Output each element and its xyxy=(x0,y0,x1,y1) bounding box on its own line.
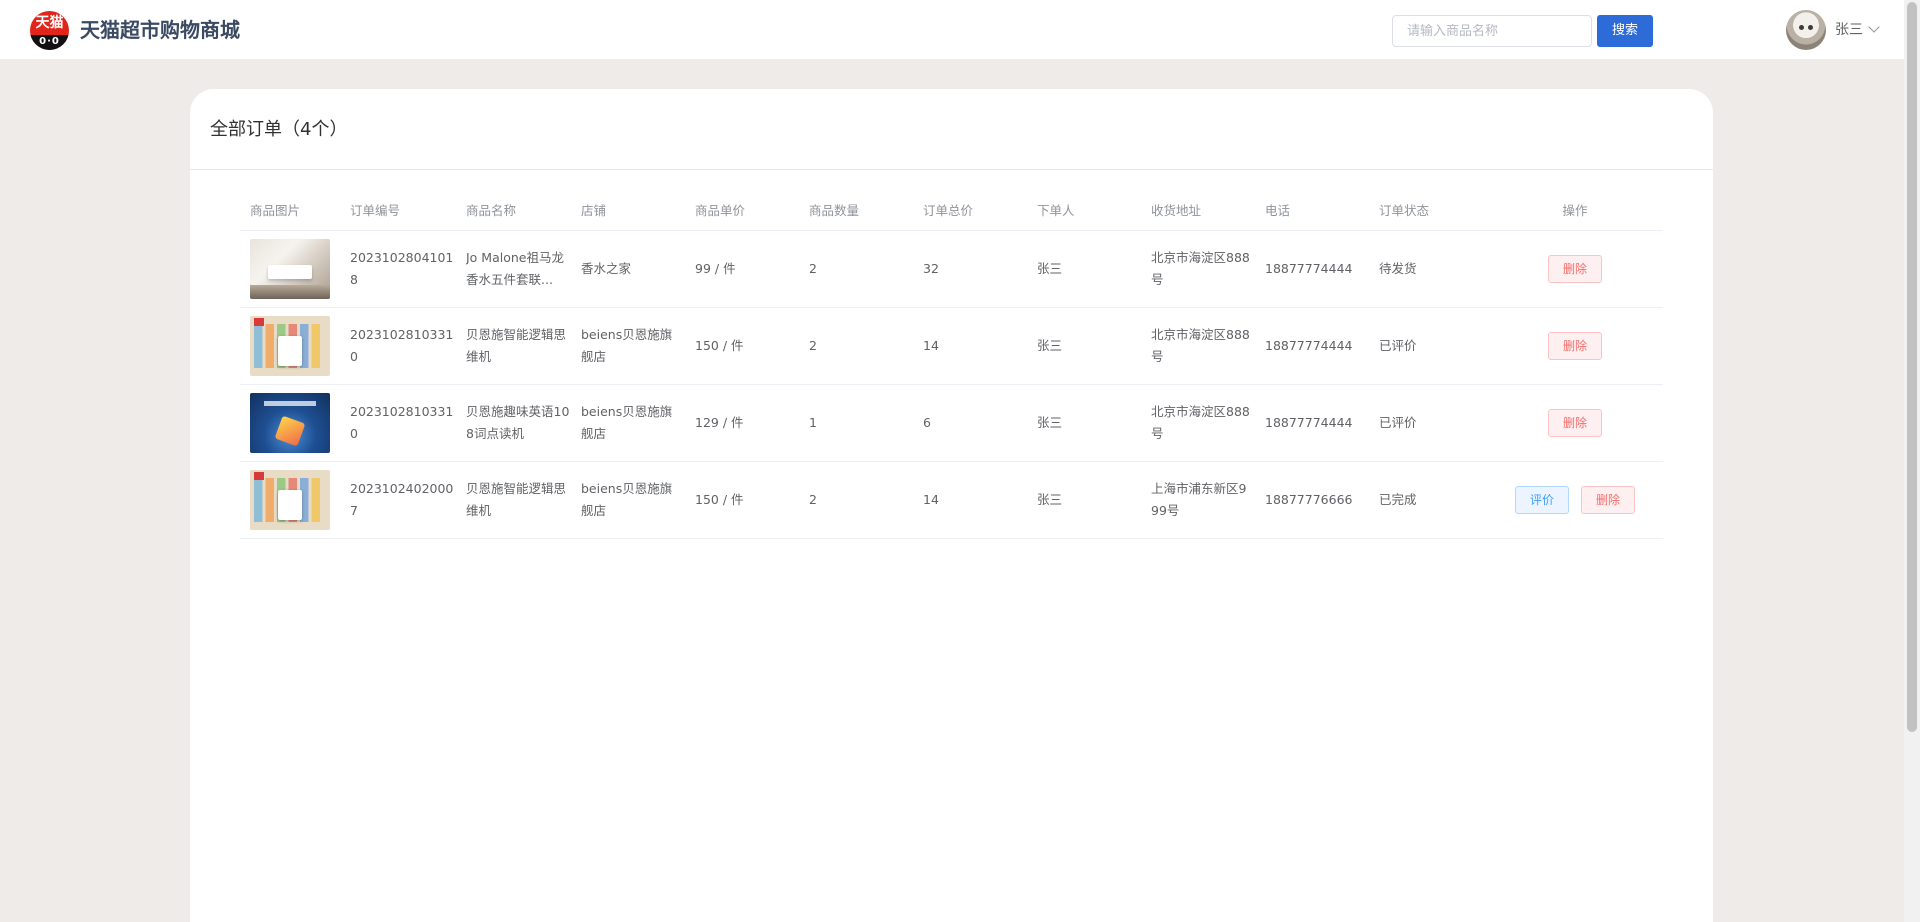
shop-name: beiens贝恩施旗舰店 xyxy=(581,404,673,441)
table-row: 20231028041018 Jo Malone祖马龙香水五件套联... 香水之… xyxy=(240,231,1663,308)
chevron-down-icon[interactable] xyxy=(1868,21,1880,33)
phone: 18877774444 xyxy=(1265,415,1353,430)
table-row: 20231028103310 贝恩施趣味英语108词点读机 beiens贝恩施旗… xyxy=(240,385,1663,462)
delete-button[interactable]: 删除 xyxy=(1547,255,1602,283)
quantity: 2 xyxy=(809,492,817,507)
divider xyxy=(190,169,1713,170)
order-total: 14 xyxy=(923,338,939,353)
quantity: 2 xyxy=(809,261,817,276)
search-button[interactable]: 搜索 xyxy=(1597,15,1653,47)
order-id: 20231028103310 xyxy=(350,404,454,441)
product-name[interactable]: 贝恩施智能逻辑思维机 xyxy=(466,478,570,522)
quantity: 1 xyxy=(809,415,817,430)
site-title[interactable]: 天猫超市购物商城 xyxy=(80,17,240,43)
delete-button[interactable]: 删除 xyxy=(1547,409,1602,437)
scrollbar-thumb[interactable] xyxy=(1907,2,1917,732)
column-header: 下单人 xyxy=(1037,202,1075,218)
order-total: 14 xyxy=(923,492,939,507)
buyer-name: 张三 xyxy=(1037,415,1063,430)
column-header: 电话 xyxy=(1265,202,1291,218)
table-row: 20231028103310 贝恩施智能逻辑思维机 beiens贝恩施旗舰店 1… xyxy=(240,308,1663,385)
shop-name: beiens贝恩施旗舰店 xyxy=(581,327,673,364)
avatar[interactable] xyxy=(1786,10,1826,50)
shop-name: beiens贝恩施旗舰店 xyxy=(581,481,673,518)
shop-name: 香水之家 xyxy=(581,261,632,276)
review-button[interactable]: 评价 xyxy=(1514,486,1569,514)
buyer-name: 张三 xyxy=(1037,492,1063,507)
column-header: 店铺 xyxy=(581,202,607,218)
shipping-address: 北京市海淀区888号 xyxy=(1151,327,1250,364)
logic-learning-machine-image[interactable] xyxy=(250,470,330,530)
column-header: 商品图片 xyxy=(250,202,301,218)
order-status: 待发货 xyxy=(1379,261,1417,276)
orders-card: 全部订单（4个） 商品图片 订单编号 商品名称 店铺 商品单价 商品数量 订单总… xyxy=(190,89,1713,922)
unit-price: 150 / 件 xyxy=(695,338,744,353)
unit-price: 129 / 件 xyxy=(695,415,744,430)
order-status: 已评价 xyxy=(1379,415,1417,430)
logo-face: 0·0 xyxy=(30,35,69,50)
shipping-address: 北京市海淀区888号 xyxy=(1151,404,1250,441)
product-name[interactable]: 贝恩施趣味英语108词点读机 xyxy=(466,401,570,445)
delete-button[interactable]: 删除 xyxy=(1581,486,1636,514)
column-header: 商品名称 xyxy=(466,202,517,218)
order-status: 已评价 xyxy=(1379,338,1417,353)
order-total: 32 xyxy=(923,261,939,276)
search-input[interactable] xyxy=(1392,15,1592,47)
top-header: 天猫 0·0 天猫超市购物商城 搜索 张三 xyxy=(0,0,1904,59)
phone: 18877774444 xyxy=(1265,338,1353,353)
buyer-name: 张三 xyxy=(1037,338,1063,353)
perfume-product-image[interactable] xyxy=(250,239,330,299)
column-header: 收货地址 xyxy=(1151,202,1202,218)
buyer-name: 张三 xyxy=(1037,261,1063,276)
order-id: 20231028103310 xyxy=(350,327,454,364)
product-name[interactable]: Jo Malone祖马龙香水五件套联... xyxy=(466,247,570,291)
page-title: 全部订单（4个） xyxy=(210,119,348,140)
page-scrollbar[interactable] xyxy=(1904,0,1920,922)
product-name[interactable]: 贝恩施智能逻辑思维机 xyxy=(466,324,570,368)
order-id: 20231028041018 xyxy=(350,250,454,287)
tmall-logo[interactable]: 天猫 0·0 xyxy=(30,11,69,50)
quantity: 2 xyxy=(809,338,817,353)
delete-button[interactable]: 删除 xyxy=(1547,332,1602,360)
column-header: 商品数量 xyxy=(809,202,860,218)
phone: 18877774444 xyxy=(1265,261,1353,276)
logo-text: 天猫 xyxy=(35,15,64,31)
orders-table: 商品图片 订单编号 商品名称 店铺 商品单价 商品数量 订单总价 下单人 收货地… xyxy=(240,191,1663,539)
unit-price: 99 / 件 xyxy=(695,261,736,276)
order-status: 已完成 xyxy=(1379,492,1417,507)
table-header-row: 商品图片 订单编号 商品名称 店铺 商品单价 商品数量 订单总价 下单人 收货地… xyxy=(240,191,1663,231)
unit-price: 150 / 件 xyxy=(695,492,744,507)
column-header: 商品单价 xyxy=(695,202,746,218)
user-name[interactable]: 张三 xyxy=(1835,21,1863,39)
column-header: 操作 xyxy=(1562,202,1588,218)
english-reading-pen-image[interactable] xyxy=(250,393,330,453)
column-header: 订单总价 xyxy=(923,202,974,218)
order-id: 20231024020007 xyxy=(350,481,454,518)
table-row: 20231024020007 贝恩施智能逻辑思维机 beiens贝恩施旗舰店 1… xyxy=(240,462,1663,539)
column-header: 订单编号 xyxy=(350,202,401,218)
column-header: 订单状态 xyxy=(1379,202,1430,218)
phone: 18877776666 xyxy=(1265,492,1353,507)
logic-learning-machine-image[interactable] xyxy=(250,316,330,376)
order-total: 6 xyxy=(923,415,931,430)
shipping-address: 北京市海淀区888号 xyxy=(1151,250,1250,287)
shipping-address: 上海市浦东新区999号 xyxy=(1151,481,1247,518)
